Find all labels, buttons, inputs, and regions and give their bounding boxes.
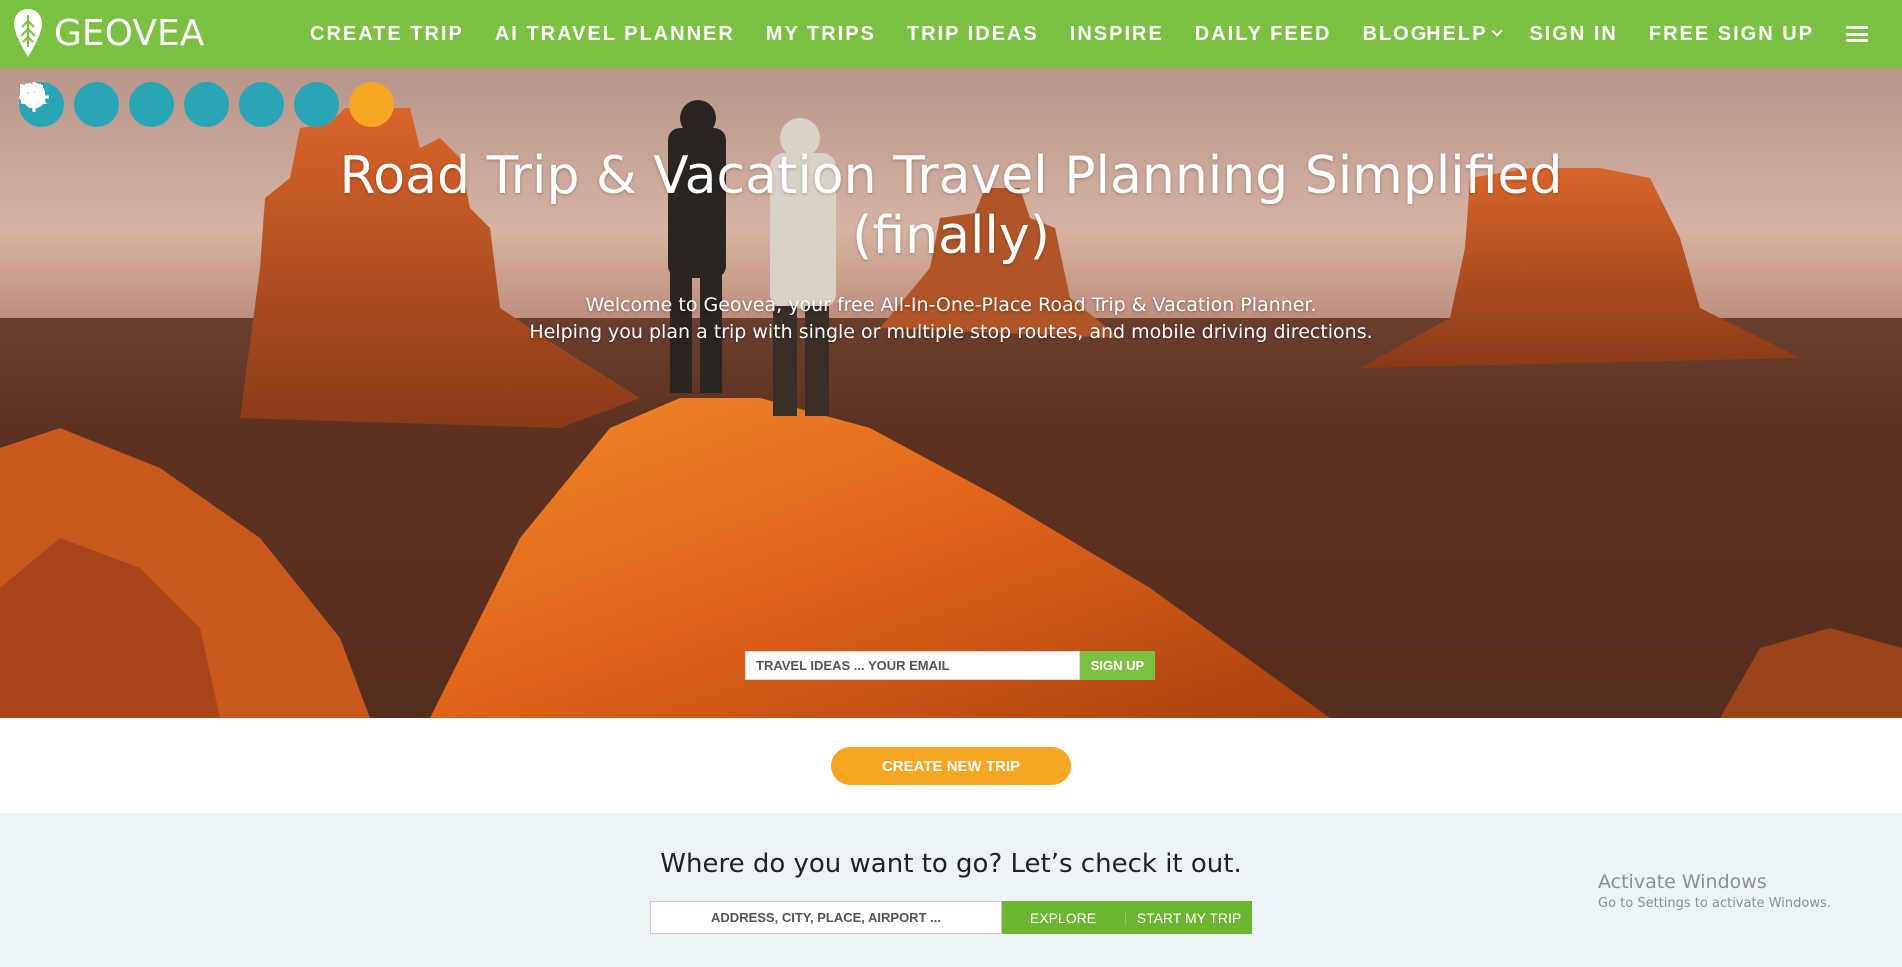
plane-icon[interactable]: [21, 82, 174, 127]
hero-subtitle-line1: Welcome to Geovea, your free All-In-One-…: [585, 294, 1317, 316]
email-input[interactable]: [745, 651, 1080, 680]
car-icon[interactable]: [21, 82, 119, 127]
watermark-title: Activate Windows: [1598, 871, 1767, 893]
address-input[interactable]: [650, 901, 1002, 934]
ticket-star-icon[interactable]: [21, 82, 229, 127]
nav-blog[interactable]: BLOG: [1363, 23, 1429, 46]
hamburger-icon[interactable]: [1846, 26, 1868, 42]
nav-daily-feed[interactable]: DAILY FEED: [1195, 23, 1332, 46]
create-new-trip-button[interactable]: CREATE NEW TRIP: [831, 747, 1071, 785]
hero-subtitle-line2: Helping you plan a trip with single or m…: [529, 321, 1373, 343]
hero-title-line1: Road Trip & Vacation Travel Planning Sim…: [339, 146, 1563, 206]
top-navbar: GEOVEA CREATE TRIP AI TRAVEL PLANNER MY …: [0, 0, 1902, 68]
explore-button[interactable]: EXPLORE: [1002, 901, 1124, 934]
cta-strip: CREATE NEW TRIP: [0, 718, 1902, 813]
nav-right: HELP SIGN IN FREE SIGN UP: [1426, 0, 1902, 68]
brand-logo[interactable]: GEOVEA: [12, 7, 204, 59]
nav-free-sign-up[interactable]: FREE SIGN UP: [1649, 23, 1814, 46]
chevron-down-icon: [1491, 24, 1504, 37]
tree-pin-icon: [14, 9, 42, 57]
location-target-icon[interactable]: [19, 82, 394, 127]
windows-activation-watermark: Activate Windows Go to Settings to activ…: [1598, 871, 1831, 911]
paw-icon[interactable]: [21, 82, 339, 127]
nav-my-trips[interactable]: MY TRIPS: [766, 23, 876, 46]
nav-ai-travel-planner[interactable]: AI TRAVEL PLANNER: [495, 23, 735, 46]
start-my-trip-button[interactable]: START MY TRIP: [1126, 901, 1252, 934]
category-icons: [19, 82, 394, 127]
hero-subtitle: Welcome to Geovea, your free All-In-One-…: [0, 292, 1902, 346]
watermark-subtitle: Go to Settings to activate Windows.: [1598, 896, 1831, 911]
nav-sign-in[interactable]: SIGN IN: [1529, 23, 1617, 46]
hero-title: Road Trip & Vacation Travel Planning Sim…: [0, 146, 1902, 266]
search-form: EXPLORE | START MY TRIP: [650, 901, 1252, 934]
search-section: Where do you want to go? Let’s check it …: [0, 813, 1902, 967]
nav-trip-ideas[interactable]: TRIP IDEAS: [907, 23, 1039, 46]
nav-create-trip[interactable]: CREATE TRIP: [310, 23, 464, 46]
hero-title-line2: (finally): [852, 206, 1050, 266]
brand-name: GEOVEA: [54, 12, 205, 54]
newsletter-form: SIGN UP: [745, 651, 1155, 680]
nav-inspire[interactable]: INSPIRE: [1070, 23, 1164, 46]
hero-banner: Road Trip & Vacation Travel Planning Sim…: [0, 68, 1902, 718]
tent-icon[interactable]: [21, 82, 284, 127]
nav-help-label: HELP: [1426, 22, 1488, 45]
main-nav: CREATE TRIP AI TRAVEL PLANNER MY TRIPS T…: [310, 0, 1428, 68]
signup-button[interactable]: SIGN UP: [1080, 651, 1155, 680]
nav-help[interactable]: HELP: [1426, 22, 1504, 46]
